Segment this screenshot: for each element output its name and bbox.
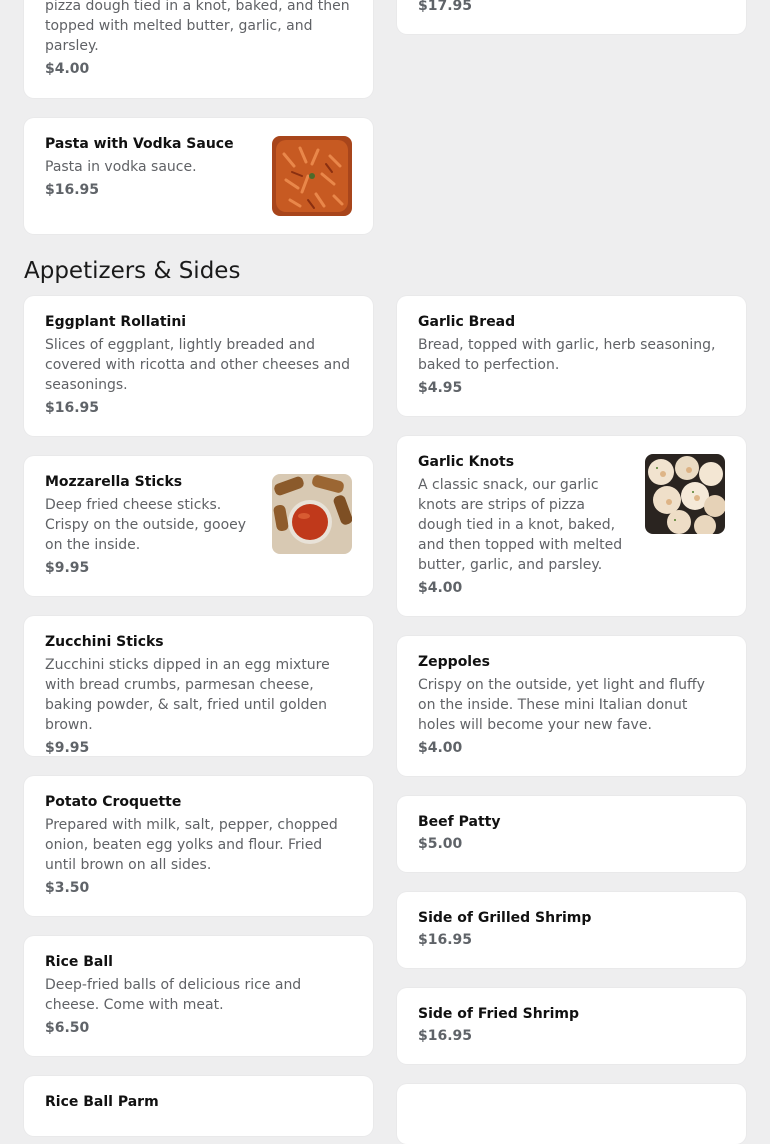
item-price: $16.95 bbox=[45, 182, 100, 198]
item-price: $5.00 bbox=[418, 836, 463, 852]
item-name: Beef Patty bbox=[418, 814, 501, 830]
item-name: Mozzarella Sticks bbox=[45, 474, 183, 490]
item-name: Side of Grilled Shrimp bbox=[418, 910, 592, 926]
menu-item-garlic-bread[interactable]: Garlic Bread Bread, topped with garlic, … bbox=[397, 296, 746, 416]
menu-item-pasta-vodka[interactable]: Pasta with Vodka Sauce Pasta in vodka sa… bbox=[24, 118, 373, 234]
item-name: Garlic Knots bbox=[418, 454, 515, 470]
item-name: Garlic Bread bbox=[418, 314, 516, 330]
menu-item-garlic-knots[interactable]: Garlic Knots A classic snack, our garlic… bbox=[397, 436, 746, 616]
item-description: pizza dough tied in a knot, baked, and t… bbox=[45, 0, 350, 54]
menu-item-zeppoles[interactable]: Zeppoles Crispy on the outside, yet ligh… bbox=[397, 636, 746, 776]
item-price: $6.50 bbox=[45, 1020, 90, 1036]
menu-item-beef-patty[interactable]: Beef Patty $5.00 bbox=[397, 796, 746, 872]
item-price: $4.00 bbox=[418, 740, 463, 756]
item-description: Slices of eggplant, lightly breaded and … bbox=[45, 337, 350, 393]
item-description: Crispy on the outside, yet light and flu… bbox=[418, 677, 705, 733]
item-price: $16.95 bbox=[418, 932, 473, 948]
item-name: Rice Ball bbox=[45, 954, 113, 970]
item-description: Pasta in vodka sauce. bbox=[45, 159, 197, 175]
menu-item-zucchini-sticks[interactable]: Zucchini Sticks Zucchini sticks dipped i… bbox=[24, 616, 373, 756]
menu-item-fried-shrimp[interactable]: Side of Fried Shrimp $16.95 bbox=[397, 988, 746, 1064]
menu-item-potato-croquette[interactable]: Potato Croquette Prepared with milk, sal… bbox=[24, 776, 373, 916]
item-name: Pasta with Vodka Sauce bbox=[45, 136, 234, 152]
mozzarella-sticks-image bbox=[272, 474, 352, 554]
item-name: Eggplant Rollatini bbox=[45, 314, 187, 330]
menu-item-mozzarella-sticks[interactable]: Mozzarella Sticks Deep fried cheese stic… bbox=[24, 456, 373, 596]
item-name: Rice Ball Parm bbox=[45, 1094, 159, 1110]
item-price: $4.95 bbox=[418, 380, 463, 396]
item-price: $16.95 bbox=[418, 1028, 473, 1044]
garlic-knots-image bbox=[645, 454, 725, 534]
item-description: A classic snack, our garlic knots are st… bbox=[418, 477, 623, 573]
item-name: Zeppoles bbox=[418, 654, 490, 670]
item-price: $16.95 bbox=[45, 400, 100, 416]
item-name: Side of Fried Shrimp bbox=[418, 1006, 579, 1022]
item-price: $3.50 bbox=[45, 880, 90, 896]
item-name: Potato Croquette bbox=[45, 794, 182, 810]
item-description: Deep-fried balls of delicious rice and c… bbox=[45, 977, 302, 1013]
menu-item-garlic-knots-partial[interactable]: pizza dough tied in a knot, baked, and t… bbox=[24, 0, 373, 98]
item-price: $4.00 bbox=[418, 580, 463, 596]
section-title: Appetizers & Sides bbox=[24, 258, 241, 284]
item-name: Zucchini Sticks bbox=[45, 634, 164, 650]
item-description: Prepared with milk, salt, pepper, choppe… bbox=[45, 817, 338, 873]
menu-item-partial-right[interactable]: $17.95 bbox=[397, 0, 746, 34]
item-price: $9.95 bbox=[45, 740, 90, 756]
item-description: Bread, topped with garlic, herb seasonin… bbox=[418, 337, 716, 373]
item-price: $4.00 bbox=[45, 61, 90, 77]
menu-item-grilled-shrimp[interactable]: Side of Grilled Shrimp $16.95 bbox=[397, 892, 746, 968]
pasta-vodka-image bbox=[272, 136, 352, 216]
menu-item-partial-bottom[interactable] bbox=[397, 1084, 746, 1144]
menu-item-eggplant-rollatini[interactable]: Eggplant Rollatini Slices of eggplant, l… bbox=[24, 296, 373, 436]
item-description: Zucchini sticks dipped in an egg mixture… bbox=[45, 657, 330, 733]
menu-item-rice-ball[interactable]: Rice Ball Deep-fried balls of delicious … bbox=[24, 936, 373, 1056]
item-price: $17.95 bbox=[418, 0, 473, 14]
menu-item-rice-ball-parm[interactable]: Rice Ball Parm bbox=[24, 1076, 373, 1136]
item-price: $9.95 bbox=[45, 560, 90, 576]
item-description: Deep fried cheese sticks. Crispy on the … bbox=[45, 497, 247, 553]
